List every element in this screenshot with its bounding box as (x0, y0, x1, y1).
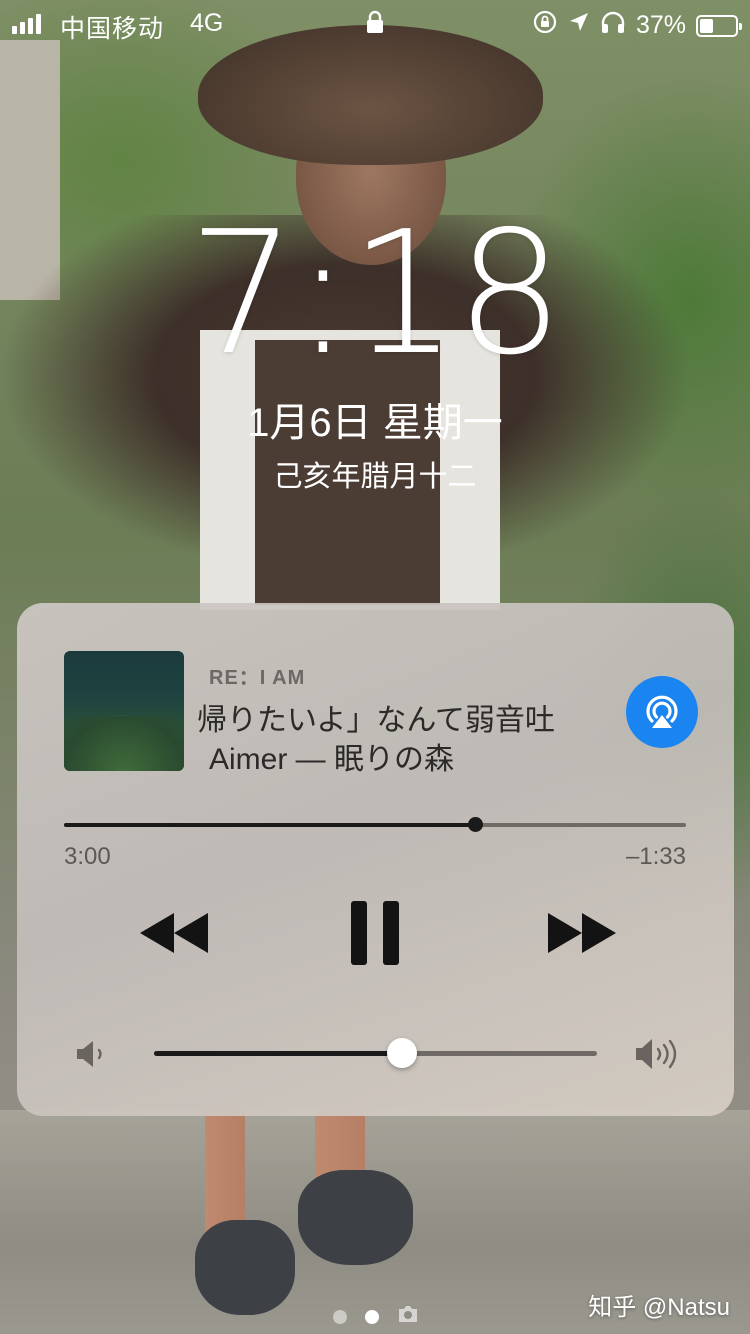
volume-fill (154, 1051, 403, 1056)
battery-icon (696, 14, 742, 37)
network-type: 4G (190, 9, 224, 37)
volume-high-icon (634, 1036, 684, 1077)
carrier-name: 中国移动 (60, 15, 165, 43)
battery-fill (700, 18, 713, 33)
volume-slider[interactable] (154, 1038, 597, 1068)
pause-button[interactable] (335, 893, 415, 973)
lunar-date: 己亥年腊月十二 (273, 461, 477, 493)
battery-percent: 37% (635, 11, 686, 39)
fast-forward-icon (548, 913, 616, 953)
track-header: RE：I AM (209, 667, 306, 689)
orientation-lock-icon (532, 9, 558, 42)
playback-progress-fill (64, 823, 475, 827)
location-arrow-icon (568, 11, 590, 40)
camera-icon[interactable] (397, 1305, 419, 1328)
wallpaper-slipper-right (298, 1170, 413, 1265)
page-dot[interactable] (333, 1309, 347, 1324)
volume-slider-knob[interactable] (387, 1038, 418, 1068)
lock-screen-date: 1月6日 星期一 (247, 401, 503, 445)
next-track-button[interactable] (537, 903, 627, 963)
pause-icon (351, 901, 399, 965)
elapsed-time: 3:00 (64, 843, 111, 870)
airplay-button[interactable] (626, 676, 698, 748)
artist-album: Aimer — 眠りの森 (209, 743, 455, 776)
wallpaper-slipper-left (195, 1220, 295, 1315)
page-indicator (333, 1305, 419, 1328)
album-artwork[interactable] (64, 651, 184, 771)
remaining-time: –1:33 (625, 843, 686, 870)
status-bar: 中国移动 4G 37% (0, 0, 750, 48)
playback-scrubber-knob[interactable] (467, 817, 483, 832)
now-playing-widget: RE：I AM 帰りたいよ」なんて弱音吐 Aimer — 眠りの森 3:00 –… (17, 603, 734, 1116)
volume-low-icon (75, 1039, 109, 1074)
airplay-icon (646, 695, 678, 728)
watermark: 知乎 @Natsu (588, 1294, 730, 1321)
lock-screen-time: 7:18 (188, 195, 564, 393)
page-dot-current[interactable] (365, 1309, 379, 1324)
lock-icon (366, 10, 384, 41)
scrolling-lyric: 帰りたいよ」なんて弱音吐 (197, 704, 555, 737)
previous-track-button[interactable] (129, 903, 219, 963)
playback-scrubber[interactable] (64, 817, 686, 832)
headphones-icon (600, 10, 626, 41)
signal-strength-icon (12, 12, 41, 34)
status-right-group: 37% (532, 9, 742, 42)
rewind-icon (140, 913, 208, 953)
